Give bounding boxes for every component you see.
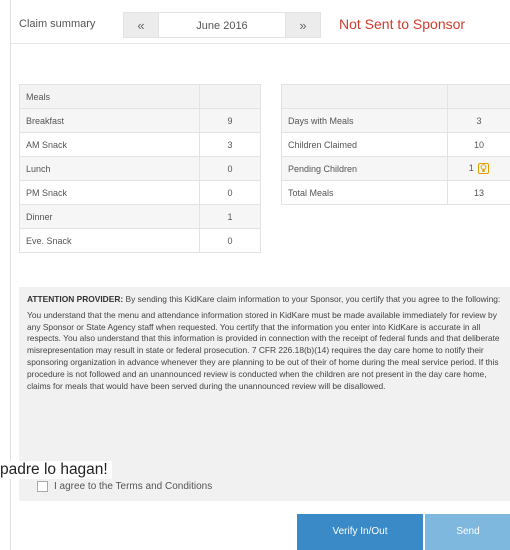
table-row: Pending Children 1 xyxy=(281,156,510,181)
previous-month-button[interactable]: « xyxy=(123,12,159,38)
overlay-caption: padre lo hagan! xyxy=(0,461,112,479)
meals-header: Meals xyxy=(19,84,200,109)
table-row: Total Meals 13 xyxy=(281,180,510,205)
meal-label: Breakfast xyxy=(19,108,200,133)
claim-status: Not Sent to Sponsor xyxy=(339,16,466,32)
summary-value: 10 xyxy=(447,132,510,157)
table-row: AM Snack 3 xyxy=(19,132,261,157)
next-month-button[interactable]: » xyxy=(285,12,321,38)
summary-value: 3 xyxy=(447,108,510,133)
summary-table: Days with Meals 3 Children Claimed 10 Pe… xyxy=(281,84,510,205)
table-row: PM Snack 0 xyxy=(19,180,261,205)
summary-label: Total Meals xyxy=(281,180,448,205)
meal-count: 9 xyxy=(199,108,261,133)
table-row: Days with Meals 3 xyxy=(281,108,510,133)
summary-label: Pending Children xyxy=(281,156,448,181)
meal-count: 0 xyxy=(199,228,261,253)
summary-label: Children Claimed xyxy=(281,132,448,157)
send-button[interactable]: Send xyxy=(425,514,510,550)
terms-checkbox[interactable] xyxy=(37,481,48,492)
header-cell xyxy=(199,84,261,109)
table-header-row xyxy=(281,84,510,109)
summary-value: 13 xyxy=(447,180,510,205)
meal-count: 0 xyxy=(199,156,261,181)
attention-body: You understand that the menu and attenda… xyxy=(27,309,500,391)
pending-children-cell: 1 xyxy=(447,156,510,181)
terms-label: I agree to the Terms and Conditions xyxy=(54,481,213,492)
header-cell xyxy=(447,84,510,109)
table-row: Eve. Snack 0 xyxy=(19,228,261,253)
meal-label: Dinner xyxy=(19,204,200,229)
attention-lead: ATTENTION PROVIDER: xyxy=(27,294,124,304)
header-cell xyxy=(281,84,448,109)
table-row: Breakfast 9 xyxy=(19,108,261,133)
month-display: June 2016 xyxy=(159,12,285,38)
summary-label: Days with Meals xyxy=(281,108,448,133)
meal-label: PM Snack xyxy=(19,180,200,205)
table-row: Children Claimed 10 xyxy=(281,132,510,157)
attention-intro: ATTENTION PROVIDER: By sending this KidK… xyxy=(27,294,503,306)
page-title: Claim summary xyxy=(19,18,96,30)
meal-count: 3 xyxy=(199,132,261,157)
summary-value: 1 xyxy=(468,162,474,173)
meal-label: Eve. Snack xyxy=(19,228,200,253)
meal-count: 1 xyxy=(199,204,261,229)
lightbulb-glyph xyxy=(480,164,487,173)
meal-label: Lunch xyxy=(19,156,200,181)
terms-agreement[interactable]: I agree to the Terms and Conditions xyxy=(37,481,212,492)
table-row: Lunch 0 xyxy=(19,156,261,181)
meal-label: AM Snack xyxy=(19,132,200,157)
table-row: Dinner 1 xyxy=(19,204,261,229)
claim-header: Claim summary « June 2016 » Not Sent to … xyxy=(11,0,510,44)
meals-table: Meals Breakfast 9 AM Snack 3 Lunch 0 PM … xyxy=(19,84,261,253)
verify-in-out-button[interactable]: Verify In/Out xyxy=(297,514,423,550)
attention-intro-text: By sending this KidKare claim informatio… xyxy=(123,294,501,304)
meal-count: 0 xyxy=(199,180,261,205)
table-header-row: Meals xyxy=(19,84,261,109)
lightbulb-icon[interactable] xyxy=(478,163,490,175)
